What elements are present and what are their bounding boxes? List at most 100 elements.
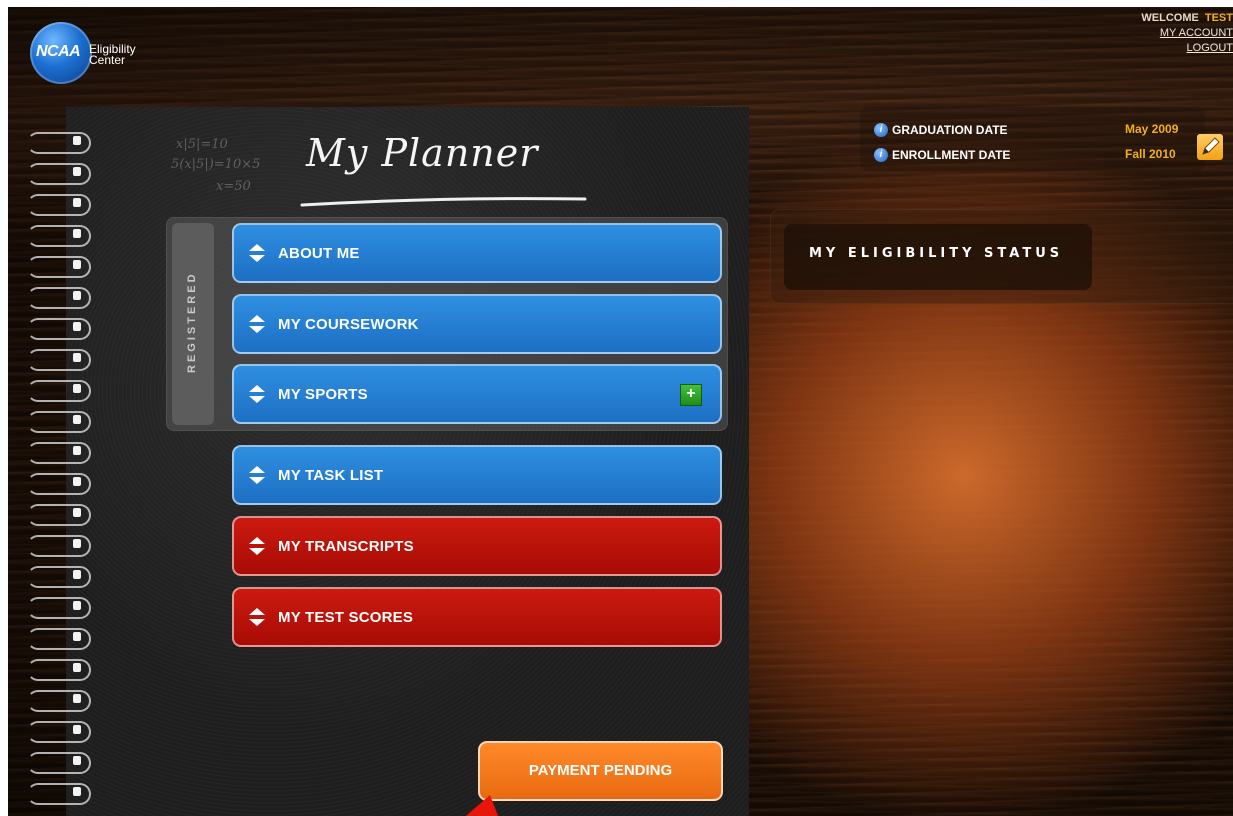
chalk-note: x=50: [216, 179, 251, 194]
app-frame: NCAA Eligibility Center WELCOME TEST MY A…: [8, 7, 1233, 816]
spiral-wire: [27, 566, 91, 588]
my-test-scores-button[interactable]: MY TEST SCORES: [232, 587, 722, 647]
spiral-hole: [73, 167, 81, 176]
spiral-wire: [27, 163, 91, 185]
graduation-date-label: GRADUATION DATE: [892, 123, 1008, 137]
expand-collapse-icon: [249, 385, 265, 403]
my-account-link[interactable]: MY ACCOUNT: [1141, 26, 1233, 41]
spiral-coil: [11, 470, 111, 498]
spiral-hole: [73, 508, 81, 517]
payment-pending-button[interactable]: PAYMENT PENDING: [478, 741, 723, 801]
spiral-hole: [73, 663, 81, 672]
spiral-wire: [27, 256, 91, 278]
spiral-wire: [27, 318, 91, 340]
registered-label: REGISTERED: [186, 271, 198, 373]
spiral-hole: [73, 446, 81, 455]
spiral-hole: [73, 384, 81, 393]
spiral-wire: [27, 659, 91, 681]
spiral-coil: [11, 501, 111, 529]
page-title: My Planner: [306, 131, 539, 175]
spiral-coil: [11, 594, 111, 622]
spiral-coil: [11, 191, 111, 219]
spiral-hole: [73, 415, 81, 424]
my-sports-button[interactable]: MY SPORTS +: [232, 364, 722, 424]
spiral-coil: [11, 532, 111, 560]
my-task-list-button[interactable]: MY TASK LIST: [232, 445, 722, 505]
user-links: WELCOME TEST MY ACCOUNT LOGOUT: [1141, 11, 1233, 56]
spiral-coil: [11, 284, 111, 312]
spiral-coil: [11, 439, 111, 467]
red-pointer-arrow: [465, 795, 499, 816]
about-me-button[interactable]: ABOUT ME: [232, 223, 722, 283]
spiral-hole: [73, 539, 81, 548]
expand-collapse-icon: [249, 244, 265, 262]
user-name: TEST: [1204, 12, 1233, 24]
spiral-coil: [11, 780, 111, 808]
eligibility-status-title: MY ELIGIBILITY STATUS: [809, 246, 1064, 261]
spiral-wire: [27, 721, 91, 743]
spiral-wire: [27, 349, 91, 371]
spiral-coil: [11, 625, 111, 653]
spiral-wire: [27, 411, 91, 433]
spiral-hole: [73, 632, 81, 641]
notebook-spiral: [11, 107, 121, 816]
expand-collapse-icon: [249, 466, 265, 484]
menu-label: MY TASK LIST: [278, 466, 384, 484]
spiral-coil: [11, 222, 111, 250]
spiral-hole: [73, 291, 81, 300]
spiral-wire: [27, 628, 91, 650]
spiral-wire: [27, 752, 91, 774]
pencil-icon: [1202, 137, 1220, 155]
spiral-hole: [73, 477, 81, 486]
menu-label: MY TRANSCRIPTS: [278, 537, 414, 555]
logo-word: NCAA: [36, 43, 81, 60]
spiral-hole: [73, 787, 81, 796]
logout-link[interactable]: LOGOUT: [1141, 41, 1233, 56]
spiral-coil: [11, 718, 111, 746]
menu-label: MY SPORTS: [278, 385, 368, 403]
spiral-hole: [73, 136, 81, 145]
spiral-wire: [27, 442, 91, 464]
spiral-wire: [27, 597, 91, 619]
spiral-wire: [27, 473, 91, 495]
info-icon[interactable]: i: [874, 148, 888, 162]
spiral-coil: [11, 160, 111, 188]
my-transcripts-button[interactable]: MY TRANSCRIPTS: [232, 516, 722, 576]
expand-collapse-icon: [249, 608, 265, 626]
title-underline: [300, 197, 587, 207]
enrollment-date-value: Fall 2010: [1125, 147, 1176, 161]
spiral-wire: [27, 380, 91, 402]
spiral-hole: [73, 756, 81, 765]
spiral-wire: [27, 194, 91, 216]
info-icon[interactable]: i: [874, 123, 888, 137]
graduation-date-value: May 2009: [1125, 122, 1179, 136]
spiral-hole: [73, 260, 81, 269]
spiral-coil: [11, 377, 111, 405]
enrollment-date-label: ENROLLMENT DATE: [892, 148, 1011, 162]
menu-label: ABOUT ME: [278, 244, 360, 262]
spiral-coil: [11, 749, 111, 777]
registered-tab: REGISTERED: [172, 223, 214, 425]
spiral-hole: [73, 322, 81, 331]
spiral-hole: [73, 353, 81, 362]
graduation-date-row: i GRADUATION DATE: [874, 123, 1008, 137]
spiral-wire: [27, 225, 91, 247]
spiral-coil: [11, 253, 111, 281]
spiral-wire: [27, 690, 91, 712]
eligibility-status-header[interactable]: MY ELIGIBILITY STATUS: [784, 224, 1092, 290]
my-coursework-button[interactable]: MY COURSEWORK: [232, 294, 722, 354]
spiral-coil: [11, 563, 111, 591]
spiral-coil: [11, 346, 111, 374]
expand-collapse-icon: [249, 315, 265, 333]
spiral-coil: [11, 408, 111, 436]
chalk-note: 5(x|5|)=10×5: [171, 157, 261, 172]
welcome-line: WELCOME TEST: [1141, 11, 1233, 26]
spiral-wire: [27, 287, 91, 309]
menu-label: MY TEST SCORES: [278, 608, 414, 626]
spiral-wire: [27, 132, 91, 154]
menu-label: MY COURSEWORK: [278, 315, 419, 333]
logo-subtitle: Eligibility Center: [89, 42, 136, 67]
add-sport-button[interactable]: +: [680, 384, 702, 406]
edit-dates-button[interactable]: [1197, 134, 1223, 160]
spiral-wire: [27, 783, 91, 805]
